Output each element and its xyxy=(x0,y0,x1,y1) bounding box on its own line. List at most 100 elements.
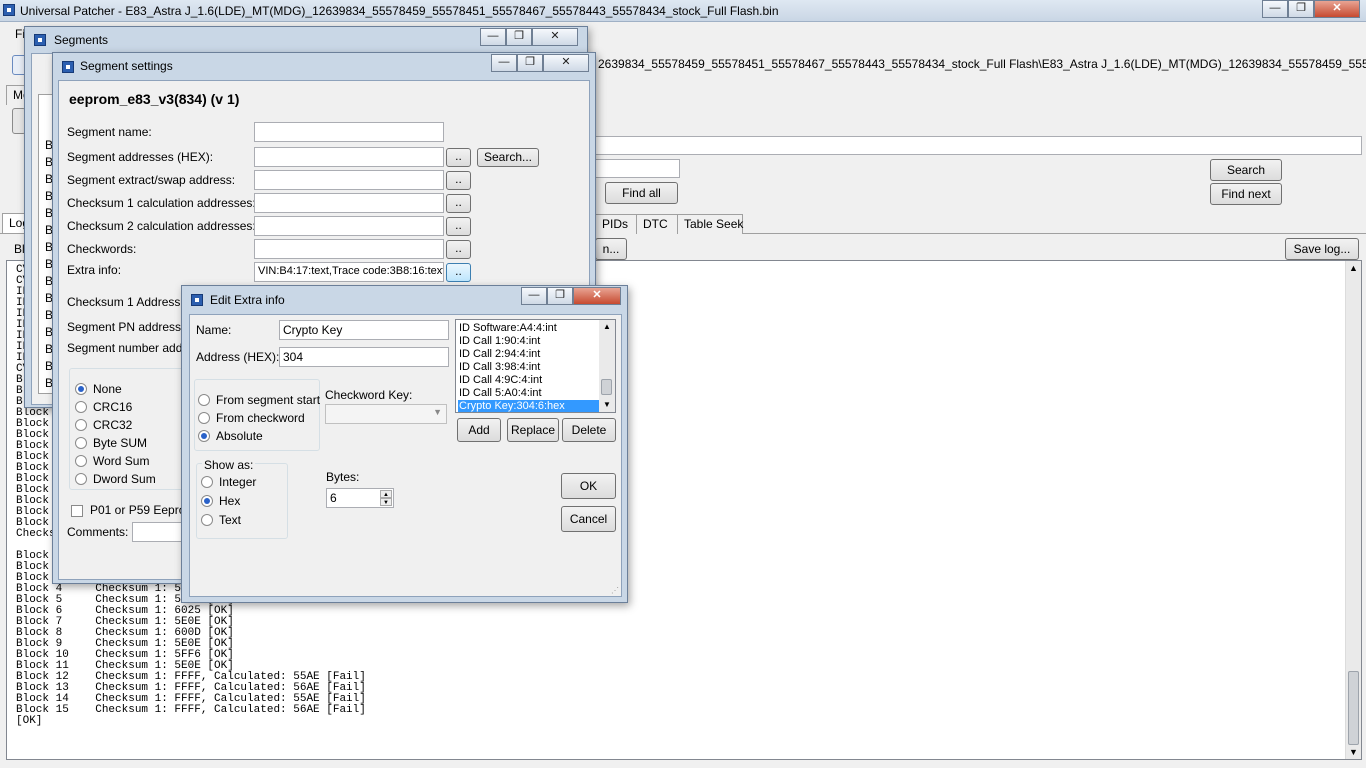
replace-button[interactable]: Replace xyxy=(507,418,559,442)
checksum2-calc-browse-button[interactable]: .. xyxy=(446,217,471,236)
position-radio[interactable] xyxy=(198,430,210,442)
checkwords-browse-button[interactable]: .. xyxy=(446,240,471,259)
checksum1-calc-field[interactable] xyxy=(254,193,444,213)
extra-info-list-item[interactable]: ID Call 4:9C:4:int xyxy=(458,374,542,387)
checksum-method-label: Word Sum xyxy=(93,454,150,468)
path-field[interactable]: 2639834_55578459_55578451_55578467_55578… xyxy=(595,55,1366,77)
delete-button[interactable]: Delete xyxy=(562,418,616,442)
log-line: Checks xyxy=(16,528,56,540)
extra-info-list-item[interactable]: Crypto Key:304:6:hex xyxy=(458,400,599,412)
checksum-method-radio[interactable] xyxy=(75,437,87,449)
p01-p59-checkbox[interactable] xyxy=(71,505,83,517)
find-all-button[interactable]: Find all xyxy=(605,182,678,204)
extra-info-list-item[interactable]: ID Call 5:A0:4:int xyxy=(458,387,542,400)
extra-info-list-item[interactable]: ID Call 1:90:4:int xyxy=(458,335,540,348)
extract-swap-browse-button[interactable]: .. xyxy=(446,171,471,190)
checksum-method-radio[interactable] xyxy=(75,383,87,395)
search-input-top[interactable] xyxy=(595,136,1362,155)
segments-icon xyxy=(34,34,46,46)
edit-close-button[interactable]: ✕ xyxy=(573,287,621,305)
checksum-method-radio[interactable] xyxy=(75,419,87,431)
extract-swap-field[interactable] xyxy=(254,170,444,190)
chevron-down-icon: ▼ xyxy=(433,407,442,417)
bytes-spin-up[interactable]: ▲ xyxy=(380,490,392,498)
extra-info-browse-button[interactable]: .. xyxy=(446,263,471,282)
extra-info-list[interactable]: ID Software:A4:4:int ID Call 1:90:4:int ID… xyxy=(455,319,616,413)
main-minimize-button[interactable]: — xyxy=(1262,0,1288,18)
main-close-button[interactable]: ✕ xyxy=(1314,0,1360,18)
show-as-radio[interactable] xyxy=(201,495,213,507)
search-button[interactable]: Search xyxy=(1210,159,1282,181)
search-input[interactable] xyxy=(595,159,680,178)
segments-maximize-button[interactable]: ❐ xyxy=(506,28,532,46)
bytes-spin-down[interactable]: ▼ xyxy=(380,498,392,506)
comments-label: Comments: xyxy=(67,525,129,539)
name-field[interactable]: Crypto Key xyxy=(279,320,449,340)
scroll-down-icon[interactable]: ▼ xyxy=(1349,747,1358,757)
segment-search-button[interactable]: Search... xyxy=(477,148,539,167)
tab-pids[interactable]: PIDs xyxy=(595,214,637,234)
name-label: Name: xyxy=(196,323,232,337)
list-scroll-up-icon[interactable]: ▲ xyxy=(603,322,611,331)
show-as-option-label: Text xyxy=(219,513,242,527)
log-scroll-thumb[interactable] xyxy=(1348,671,1359,745)
address-field[interactable]: 304 xyxy=(279,347,449,367)
segment-pn-address-label: Segment PN address xyxy=(67,320,182,334)
checkword-key-label: Checkword Key: xyxy=(325,388,413,402)
show-as-option-label: Integer xyxy=(219,475,257,489)
extra-info-field[interactable]: VIN:B4:17:text,Trace code:3B8:16:text xyxy=(254,262,444,282)
log-scrollbar[interactable]: ▲ ▼ xyxy=(1345,261,1361,759)
extra-info-list-item[interactable]: ID Call 3:98:4:int xyxy=(458,361,540,374)
log-option-button[interactable]: n... xyxy=(595,238,627,260)
segments-close-button[interactable]: ✕ xyxy=(532,28,578,46)
position-radio[interactable] xyxy=(198,394,210,406)
extra-info-label: Extra info: xyxy=(67,263,122,277)
main-maximize-button[interactable]: ❐ xyxy=(1288,0,1314,18)
edit-extra-info-client: Name: Crypto Key Address (HEX): 304 From… xyxy=(189,314,622,597)
show-as-radio[interactable] xyxy=(201,476,213,488)
checksum-method-radio[interactable] xyxy=(75,401,87,413)
checksum1-address-label: Checksum 1 Address (H xyxy=(67,295,197,309)
checksum2-calc-field[interactable] xyxy=(254,216,444,236)
extra-info-list-item[interactable]: ID Software:A4:4:int xyxy=(458,322,557,335)
save-log-button[interactable]: Save log... xyxy=(1285,238,1359,260)
checkword-key-dropdown[interactable]: ▼ xyxy=(325,404,447,424)
checkwords-field[interactable] xyxy=(254,239,444,259)
list-scrollbar[interactable]: ▲ ▼ xyxy=(599,320,615,412)
list-scroll-thumb[interactable] xyxy=(601,379,612,395)
checksum-method-radio[interactable] xyxy=(75,455,87,467)
log-line: [OK] xyxy=(16,715,43,727)
cancel-button[interactable]: Cancel xyxy=(561,506,616,532)
segment-addresses-field[interactable] xyxy=(254,147,444,167)
find-next-button[interactable]: Find next xyxy=(1210,183,1282,205)
show-as-radio[interactable] xyxy=(201,514,213,526)
segments-minimize-button[interactable]: — xyxy=(480,28,506,46)
settings-close-button[interactable]: ✕ xyxy=(543,54,589,72)
settings-minimize-button[interactable]: — xyxy=(491,54,517,72)
edit-maximize-button[interactable]: ❐ xyxy=(547,287,573,305)
position-radio[interactable] xyxy=(198,412,210,424)
tab-dtc[interactable]: DTC xyxy=(636,214,678,234)
checksum-method-radio[interactable] xyxy=(75,473,87,485)
extract-swap-label: Segment extract/swap address: xyxy=(67,173,236,187)
edit-minimize-button[interactable]: — xyxy=(521,287,547,305)
list-scroll-down-icon[interactable]: ▼ xyxy=(603,400,611,409)
edit-extra-info-icon xyxy=(191,294,203,306)
checksum-method-label: CRC32 xyxy=(93,418,133,432)
segment-addresses-browse-button[interactable]: .. xyxy=(446,148,471,167)
extra-info-list-item[interactable]: ID Call 2:94:4:int xyxy=(458,348,540,361)
checksum1-calc-browse-button[interactable]: .. xyxy=(446,194,471,213)
ok-button[interactable]: OK xyxy=(561,473,616,499)
checksum-method-label: Byte SUM xyxy=(93,436,148,450)
checksum-method-label: CRC16 xyxy=(93,400,133,414)
segments-title: Segments xyxy=(54,33,109,47)
position-option-label: Absolute xyxy=(216,429,263,443)
checksum-method-label: None xyxy=(93,382,122,396)
scroll-up-icon[interactable]: ▲ xyxy=(1349,263,1358,273)
resize-grip-icon[interactable]: ⋰ xyxy=(611,586,619,595)
segment-name-field[interactable] xyxy=(254,122,444,142)
add-button[interactable]: Add xyxy=(457,418,501,442)
app-icon xyxy=(3,4,15,16)
tab-table-seek[interactable]: Table Seek xyxy=(677,214,743,234)
settings-maximize-button[interactable]: ❐ xyxy=(517,54,543,72)
